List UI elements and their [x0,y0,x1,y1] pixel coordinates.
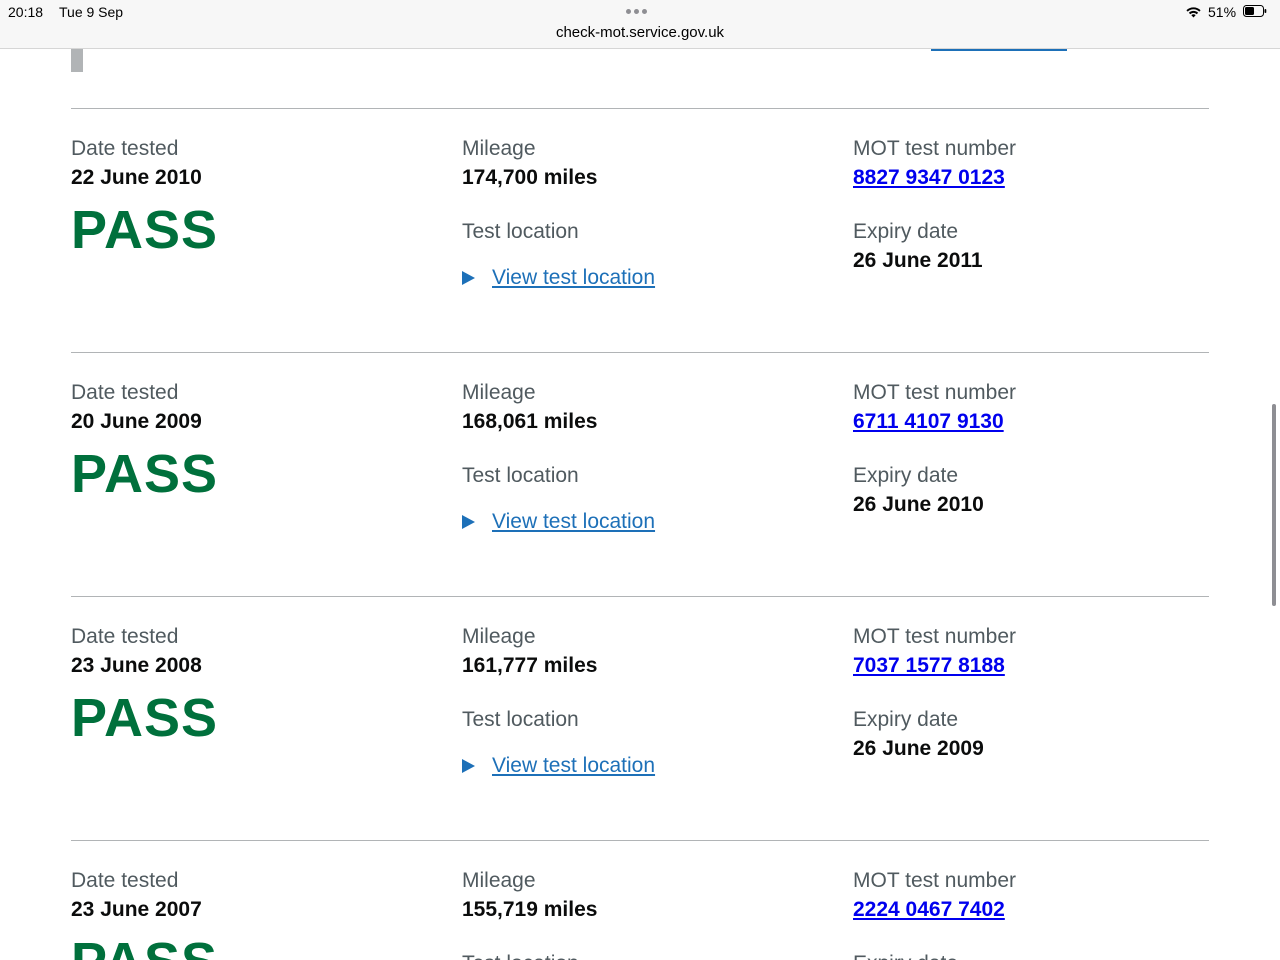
test-result: PASS [71,688,219,748]
disclosure-triangle-icon [462,515,475,529]
mot-test-number-label: MOT test number [853,137,1016,160]
view-test-location-toggle[interactable]: View test location [462,265,655,291]
test-result: PASS [71,200,219,260]
status-time: 20:18 [8,4,44,20]
mot-test-number-label: MOT test number [853,869,1016,892]
mileage-label: Mileage [462,137,536,160]
disclosure-triangle-icon [462,759,475,773]
disclosure-triangle-icon [462,271,475,285]
mileage-value: 174,700 miles [462,166,598,189]
test-location-label: Test location [462,708,579,731]
status-bar: 20:18 Tue 9 Sep check-mot.service.gov.uk… [0,0,1280,49]
mot-test-number-label: MOT test number [853,381,1016,404]
mileage-value: 155,719 miles [462,898,598,921]
scroll-indicator[interactable] [1272,404,1276,606]
view-test-location-link[interactable]: View test location [492,753,655,779]
mileage-value: 161,777 miles [462,654,598,677]
view-test-location-toggle[interactable]: View test location [462,753,655,779]
view-test-location-link[interactable]: View test location [492,509,655,535]
wifi-icon [1186,7,1201,18]
expiry-date-value: 26 June 2010 [853,493,984,516]
mot-test-number-link[interactable]: 2224 0467 7402 [853,897,1005,923]
inset-text-border [71,48,83,72]
mileage-label: Mileage [462,381,536,404]
mot-test-number-link[interactable]: 6711 4107 9130 [853,409,1004,435]
mileage-label: Mileage [462,625,536,648]
mot-record: Date tested 20 June 2009 PASS Mileage 16… [71,352,1209,597]
mot-record: Date tested 23 June 2007 PASS Mileage 15… [71,840,1209,960]
date-tested-value: 23 June 2008 [71,654,202,677]
expiry-date-label: Expiry date [853,464,959,487]
mot-test-number-link[interactable]: 7037 1577 8188 [853,653,1005,679]
status-date: Tue 9 Sep [59,4,124,20]
expiry-date-value: 26 June 2011 [853,249,983,272]
mot-test-number-link[interactable]: 8827 9347 0123 [853,165,1005,191]
address-bar[interactable]: check-mot.service.gov.uk [0,24,1280,41]
test-location-label: Test location [462,951,579,960]
date-tested-value: 20 June 2009 [71,410,202,433]
more-options-icon[interactable] [626,9,647,14]
test-location-label: Test location [462,464,579,487]
expiry-date-label: Expiry date [853,951,958,960]
mileage-value: 168,061 miles [462,410,598,433]
expiry-date-label: Expiry date [853,708,959,731]
view-test-location-link[interactable]: View test location [492,265,655,291]
expiry-date-value: 26 June 2009 [853,737,984,760]
date-tested-label: Date tested [71,625,179,648]
date-tested-label: Date tested [71,381,179,404]
test-location-label: Test location [462,220,579,243]
battery-percentage: 51% [1208,4,1237,20]
mot-record: Date tested 23 June 2008 PASS Mileage 16… [71,596,1209,841]
date-tested-label: Date tested [71,137,179,160]
date-tested-value: 22 June 2010 [71,166,202,189]
test-result: PASS [71,444,219,504]
mileage-label: Mileage [462,869,536,892]
expiry-date-label: Expiry date [853,220,959,243]
battery-icon [1243,5,1267,17]
date-tested-value: 23 June 2007 [71,898,202,921]
mot-test-number-label: MOT test number [853,625,1016,648]
mot-record: Date tested 22 June 2010 PASS Mileage 17… [71,108,1209,353]
view-test-location-toggle[interactable]: View test location [462,509,655,535]
page: 20:18 Tue 9 Sep check-mot.service.gov.uk… [0,0,1280,960]
date-tested-label: Date tested [71,869,179,892]
clipped-link-underline[interactable] [931,49,1067,51]
test-result: PASS [71,933,218,960]
